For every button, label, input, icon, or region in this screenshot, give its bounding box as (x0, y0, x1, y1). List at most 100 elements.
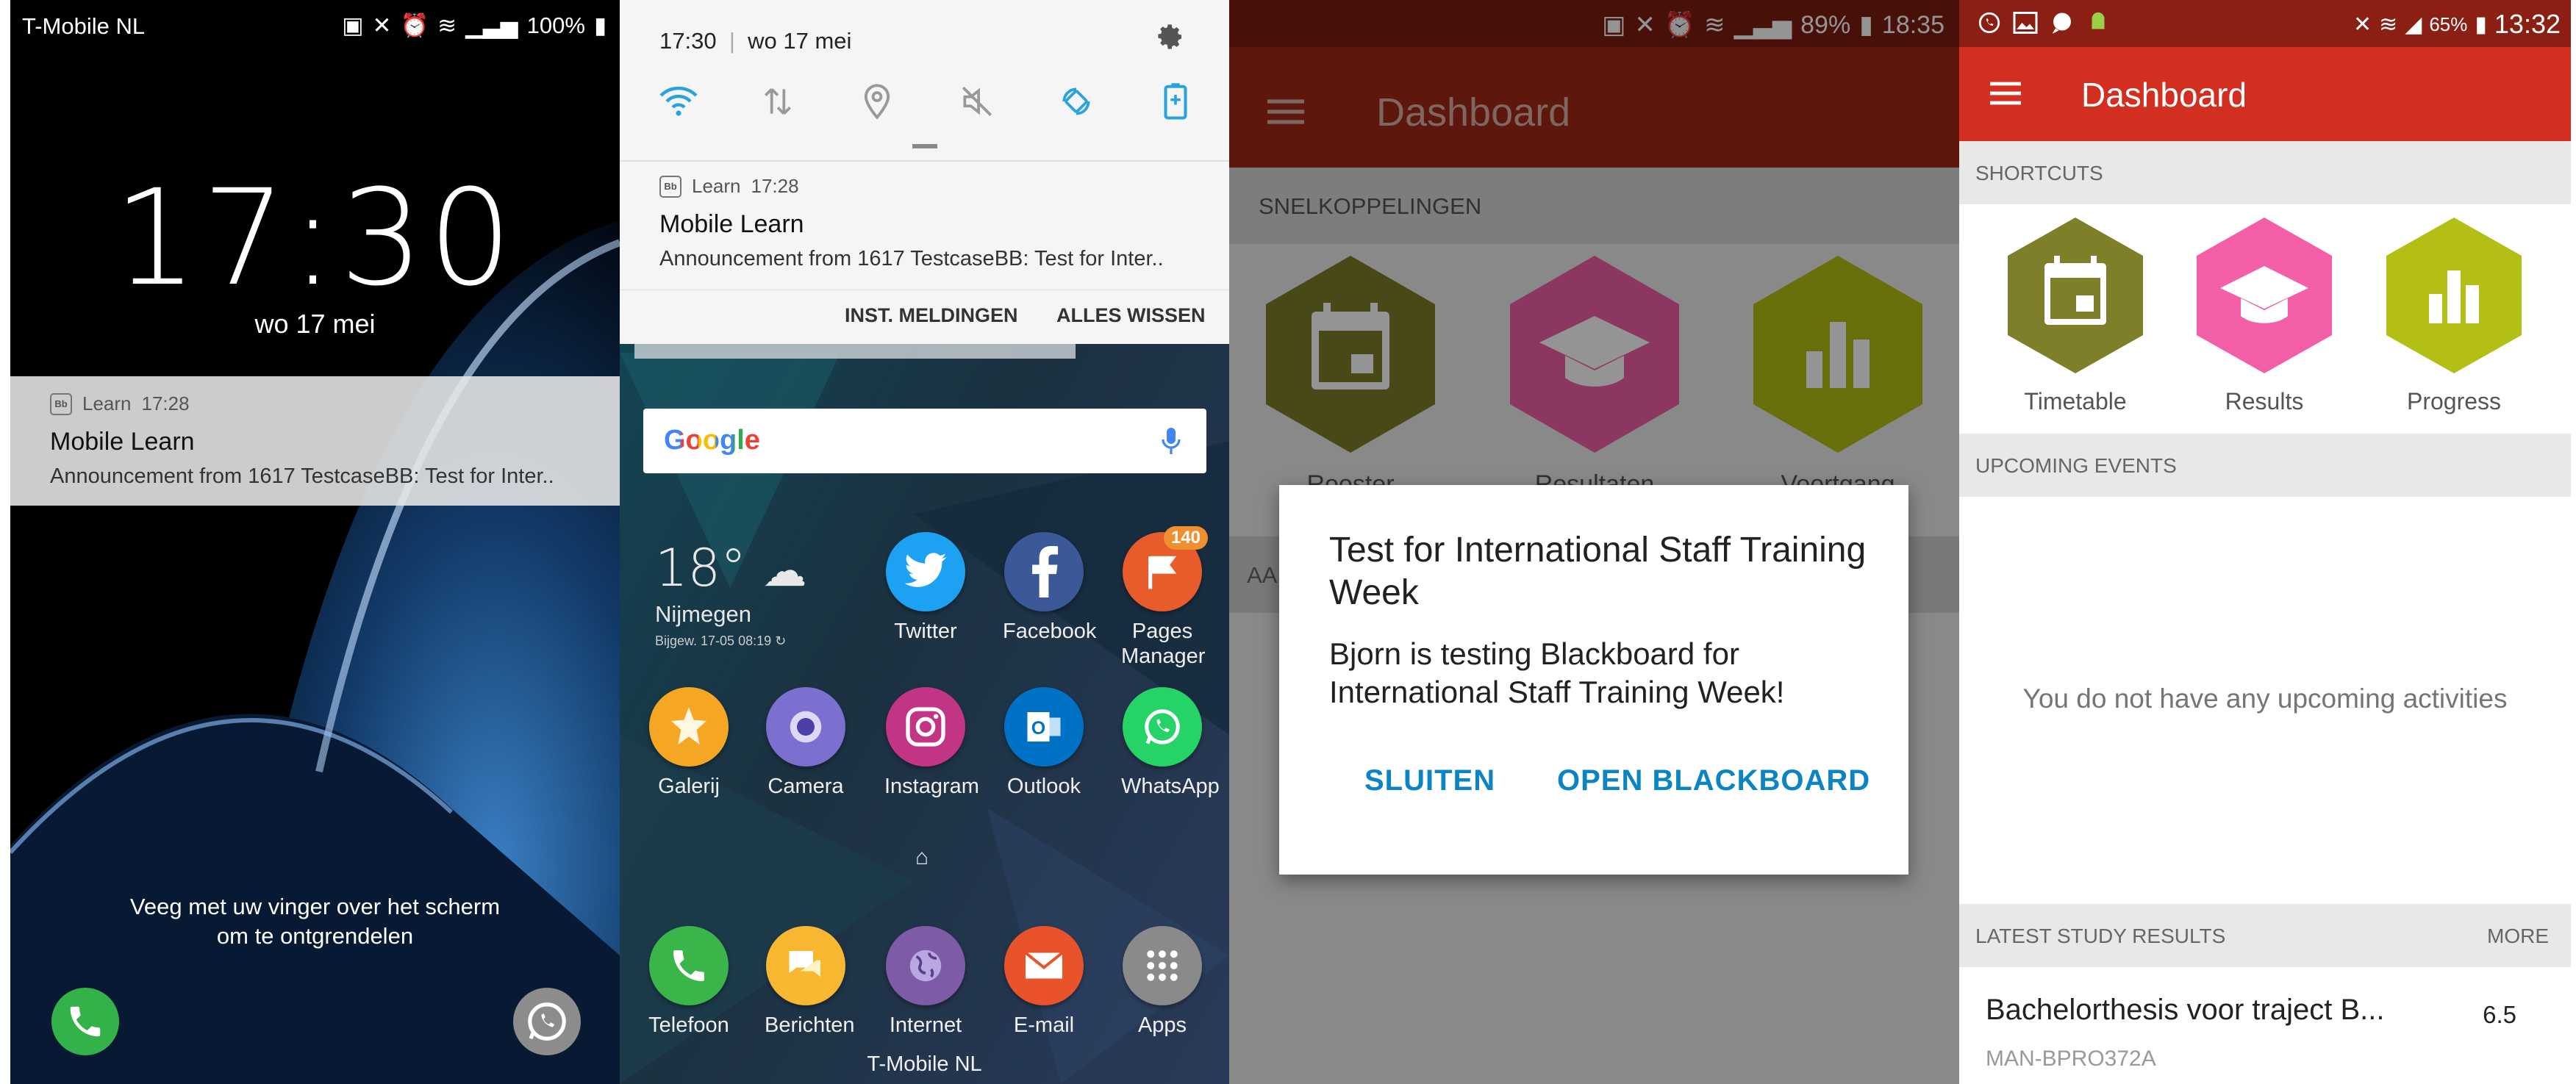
mute-icon: ✕ (372, 12, 392, 38)
quick-toggle-power-saving[interactable] (1137, 79, 1214, 123)
battery-percent: 65% (2429, 12, 2468, 35)
battery-percent: 100% (526, 12, 585, 38)
quick-toggle-data[interactable] (740, 79, 816, 123)
result-course-name: Bachelorthesis voor traject B... (1986, 994, 2385, 1026)
phone-icon (70, 1006, 101, 1037)
android-notification-icon (2092, 12, 2105, 29)
microphone-icon (1162, 428, 1181, 454)
app-label: E-mail (1013, 1013, 1075, 1037)
app-toolbar: Dashboard (1959, 47, 2571, 141)
outlook-icon: O (1004, 687, 1084, 767)
facebook-icon (1004, 532, 1084, 611)
quick-toggle-sound[interactable] (939, 79, 1015, 123)
google-search-bar[interactable]: Google (643, 409, 1206, 473)
home-screen-panel: 17:30 | wo 17 mei Bb Learn 17:28 Mobile … (620, 0, 1229, 1084)
shortcut-progress[interactable] (2382, 215, 2526, 376)
latest-results-header: LATEST STUDY RESULTS MORE (1959, 904, 2571, 967)
lockscreen-panel: T-Mobile NL ▣ ✕ ⏰ ≋ ▁▃▅ 100% ▮ 17:30 wo … (10, 0, 620, 1084)
notification-app-name: Learn (692, 175, 741, 197)
auto-rotate-icon (1062, 87, 1090, 115)
app-label: Outlook (1007, 775, 1081, 798)
lockscreen-phone-shortcut[interactable] (51, 988, 119, 1055)
shade-time: 17:30 (659, 28, 717, 54)
wifi-icon (659, 86, 698, 116)
more-results-button[interactable]: MORE (2487, 925, 2549, 948)
app-facebook[interactable]: Facebook (1003, 532, 1096, 644)
result-course-code: MAN-BPRO372A (1986, 1047, 2156, 1071)
notification-body: Announcement from 1617 TestcaseBB: Test … (50, 464, 554, 488)
notification-app-name: Learn (82, 392, 132, 414)
app-whatsapp[interactable]: WhatsApp (1121, 687, 1220, 799)
shortcut-label: Timetable (2024, 388, 2127, 414)
result-grade: 6.5 (2483, 1001, 2516, 1028)
app-twitter[interactable]: Twitter (884, 532, 967, 644)
lockscreen-notification[interactable]: Bb Learn 17:28 Mobile Learn Announcement… (10, 376, 620, 506)
app-label: Internet (889, 1013, 962, 1037)
dock-email[interactable]: E-mail (1003, 926, 1085, 1038)
app-label: Instagram (884, 775, 979, 798)
app-instagram[interactable]: Instagram (884, 687, 979, 799)
app-camera[interactable]: Camera (765, 687, 847, 799)
close-button[interactable]: SLUITEN (1364, 764, 1495, 797)
instagram-icon (886, 687, 965, 767)
open-blackboard-button[interactable]: OPEN BLACKBOARD (1557, 764, 1870, 797)
app-gallery[interactable]: Galerij (648, 687, 730, 799)
dock-internet[interactable]: Internet (884, 926, 967, 1038)
dock-phone[interactable]: Telefoon (648, 926, 730, 1038)
weather-city: Nijmegen (655, 601, 751, 627)
weather-temperature: 18° ☁ (655, 538, 807, 598)
location-icon (865, 84, 890, 120)
dock-messages[interactable]: Berichten (765, 926, 855, 1038)
whatsapp-notification-icon (1978, 12, 2000, 34)
lockscreen-whatsapp-shortcut[interactable] (513, 988, 581, 1055)
quick-settings-row (640, 79, 1214, 123)
settings-button[interactable] (1156, 22, 1185, 51)
notification-body[interactable]: Announcement from 1617 TestcaseBB: Test … (659, 247, 1164, 271)
clear-all-button[interactable]: ALLES WISSEN (1056, 304, 1206, 327)
google-logo: Google (664, 425, 760, 456)
shortcut-label: Progress (2406, 388, 2502, 414)
twitter-icon (886, 532, 965, 611)
cloud-icon: ☁ (762, 545, 807, 597)
voice-search-button[interactable] (1161, 426, 1181, 456)
section-title: SHORTCUTS (1975, 162, 2103, 184)
status-bar: ✕ ≋ ◢ 65% ▮ 13:32 (1959, 0, 2571, 47)
app-label: WhatsApp (1121, 775, 1220, 798)
announcement-dialog: Test for International Staff Training We… (1279, 485, 1908, 875)
phone-icon (649, 926, 729, 1005)
alarm-icon: ⏰ (400, 12, 429, 38)
quick-toggle-wifi[interactable] (640, 79, 717, 123)
shortcut-timetable[interactable] (2003, 215, 2147, 376)
quick-toggle-location[interactable] (839, 79, 915, 123)
app-pages-manager[interactable]: 140 Pages Manager (1121, 526, 1208, 669)
notification-title[interactable]: Mobile Learn (659, 210, 804, 239)
mute-icon (962, 86, 992, 117)
wifi-icon: ≋ (2379, 12, 2398, 37)
home-page-indicator[interactable]: ⌂ (915, 845, 929, 870)
globe-icon (886, 926, 965, 1005)
mobile-data-icon (765, 88, 792, 115)
dock-apps[interactable]: Apps (1121, 926, 1203, 1038)
whatsapp-icon (1123, 687, 1202, 767)
divider (620, 160, 1229, 162)
weather-updated: Bijgew. 17-05 08:19 ↻ (655, 633, 787, 648)
status-bar: T-Mobile NL ▣ ✕ ⏰ ≋ ▁▃▅ 100% ▮ (10, 0, 620, 53)
notification-settings-button[interactable]: INST. MELDINGEN (845, 304, 1018, 327)
weather-widget[interactable]: 18° ☁ Nijmegen Bijgew. 17-05 08:19 ↻ (655, 538, 806, 649)
whatsapp-icon (528, 1002, 566, 1041)
notification-app-row: Bb Learn 17:28 (50, 392, 190, 415)
shade-datetime: 17:30 | wo 17 mei (659, 28, 852, 54)
shade-drag-handle[interactable] (912, 144, 937, 148)
app-outlook[interactable]: O Outlook (1003, 687, 1085, 799)
app-label: Twitter (894, 620, 957, 643)
carrier-name: T-Mobile NL (867, 1052, 982, 1076)
menu-button[interactable] (1989, 81, 2022, 106)
shortcuts-header: SHORTCUTS (1959, 141, 2571, 204)
chat-notification-icon (2052, 12, 2071, 34)
quick-toggle-rotate[interactable] (1038, 79, 1115, 123)
calendar-icon (2044, 256, 2106, 325)
lockscreen-clock: 17:30 (113, 162, 517, 315)
shortcut-results[interactable] (2192, 215, 2336, 376)
signal-icon: ◢ (2405, 12, 2422, 37)
battery-saver-icon: ▣ (342, 12, 364, 38)
